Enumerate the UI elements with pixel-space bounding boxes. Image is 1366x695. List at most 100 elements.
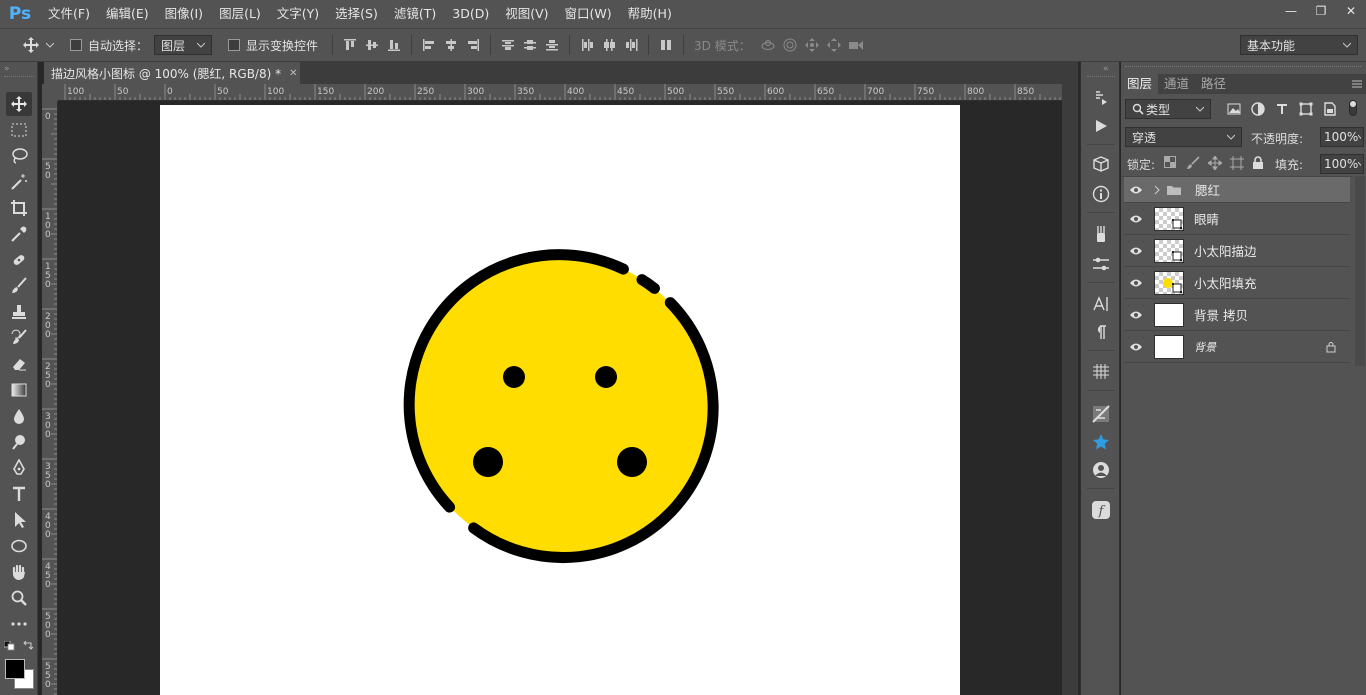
brush-settings-panel-icon[interactable]	[1088, 222, 1114, 246]
lock-pixels-icon[interactable]	[1186, 156, 1200, 170]
layer-row-background[interactable]: 背景	[1124, 331, 1350, 363]
move-tool-icon[interactable]	[6, 92, 32, 116]
filter-shape-icon[interactable]	[1297, 100, 1315, 118]
align-right-icon[interactable]	[462, 35, 484, 55]
minimize-button[interactable]: —	[1276, 0, 1306, 22]
auto-align-icon[interactable]	[655, 35, 677, 55]
menu-file[interactable]: 文件(F)	[40, 0, 98, 28]
type-tool-icon[interactable]	[6, 482, 32, 506]
marquee-tool-icon[interactable]	[6, 118, 32, 142]
menu-window[interactable]: 窗口(W)	[557, 0, 620, 28]
expand-arrow-icon[interactable]	[1152, 185, 1162, 195]
path-selection-tool-icon[interactable]	[6, 508, 32, 532]
horizontal-ruler[interactable]: 100 50 0 50 100 150 200 250 300 350 400 450 500 550 60…	[58, 84, 1062, 101]
pen-tool-icon[interactable]	[6, 456, 32, 480]
layer-row-eyes[interactable]: 眼睛	[1124, 203, 1350, 235]
distribute-left-icon[interactable]	[576, 35, 598, 55]
show-transform-checkbox[interactable]	[228, 39, 241, 51]
menu-3d[interactable]: 3D(D)	[444, 0, 497, 28]
3d-roll-icon[interactable]	[779, 35, 801, 55]
learn-panel-icon[interactable]	[1088, 458, 1114, 482]
lock-all-icon[interactable]	[1252, 156, 1266, 170]
crop-tool-icon[interactable]	[6, 196, 32, 220]
glyphs-panel-icon[interactable]	[1088, 360, 1114, 384]
lock-artboard-icon[interactable]	[1230, 156, 1244, 170]
ruler-origin[interactable]	[42, 84, 58, 101]
align-vcenter-icon[interactable]	[361, 35, 383, 55]
distribute-top-icon[interactable]	[497, 35, 519, 55]
tab-channels[interactable]: 通道	[1158, 74, 1195, 94]
history-panel-icon[interactable]	[1088, 86, 1114, 110]
align-bottom-icon[interactable]	[383, 35, 405, 55]
distribute-hcenter-icon[interactable]	[598, 35, 620, 55]
align-hcenter-icon[interactable]	[440, 35, 462, 55]
collapse-panels-icon[interactable]: «	[1103, 64, 1109, 74]
menu-edit[interactable]: 编辑(E)	[98, 0, 157, 28]
menu-layer[interactable]: 图层(L)	[211, 0, 269, 28]
dodge-tool-icon[interactable]	[6, 430, 32, 454]
auto-select-checkbox[interactable]	[70, 39, 82, 51]
actions-panel-icon[interactable]	[1088, 114, 1114, 138]
eraser-tool-icon[interactable]	[6, 352, 32, 376]
fill-input[interactable]: 100%	[1320, 154, 1364, 174]
collapse-toolbox-icon[interactable]: »	[4, 64, 10, 74]
close-tab-icon[interactable]: ✕	[289, 68, 297, 79]
lasso-tool-icon[interactable]	[6, 144, 32, 168]
gradient-tool-icon[interactable]	[6, 378, 32, 402]
align-top-icon[interactable]	[339, 35, 361, 55]
3d-slide-icon[interactable]	[823, 35, 845, 55]
3d-pan-icon[interactable]	[801, 35, 823, 55]
healing-brush-tool-icon[interactable]	[6, 248, 32, 272]
3d-orbit-icon[interactable]	[757, 35, 779, 55]
tab-layers[interactable]: 图层	[1121, 74, 1159, 94]
3d-panel-icon[interactable]	[1088, 152, 1114, 176]
menu-filter[interactable]: 滤镜(T)	[386, 0, 444, 28]
info-panel-icon[interactable]	[1088, 182, 1114, 206]
adjustments-panel-icon[interactable]	[1088, 252, 1114, 276]
history-brush-tool-icon[interactable]	[6, 326, 32, 350]
filter-adjustment-icon[interactable]	[1249, 100, 1267, 118]
blur-tool-icon[interactable]	[6, 404, 32, 428]
swap-colors-icon[interactable]	[22, 640, 34, 650]
document-canvas[interactable]	[160, 105, 960, 695]
chevron-down-icon[interactable]	[44, 35, 56, 55]
menu-help[interactable]: 帮助(H)	[620, 0, 680, 28]
menu-view[interactable]: 视图(V)	[497, 0, 556, 28]
auto-select-target-dropdown[interactable]: 图层	[154, 35, 213, 55]
lock-transparent-icon[interactable]	[1164, 156, 1178, 170]
document-tab[interactable]: 描边风格小图标 @ 100% (腮红, RGB/8) * ✕	[44, 62, 300, 84]
lock-position-icon[interactable]	[1207, 155, 1223, 171]
visibility-eye-icon[interactable]	[1124, 246, 1148, 256]
filter-type-icon[interactable]	[1273, 100, 1291, 118]
filter-pixel-icon[interactable]	[1225, 100, 1243, 118]
filter-toggle-switch[interactable]	[1349, 100, 1359, 118]
visibility-eye-icon[interactable]	[1124, 310, 1148, 320]
align-left-icon[interactable]	[418, 35, 440, 55]
styles-panel-icon[interactable]	[1088, 402, 1114, 426]
ellipse-tool-icon[interactable]	[6, 534, 32, 558]
close-button[interactable]: ✕	[1336, 0, 1366, 22]
character-panel-icon[interactable]	[1088, 292, 1114, 316]
layer-row-sun-fill[interactable]: 小太阳填充	[1124, 267, 1350, 299]
blend-mode-dropdown[interactable]: 穿透	[1125, 127, 1242, 147]
vertical-ruler[interactable]: 050100150200250300350400450500550	[42, 101, 58, 695]
default-colors-icon[interactable]	[3, 640, 16, 651]
visibility-eye-icon[interactable]	[1124, 278, 1148, 288]
brush-tool-icon[interactable]	[6, 274, 32, 298]
libraries-panel-icon[interactable]: f	[1088, 498, 1114, 522]
distribute-vcenter-icon[interactable]	[519, 35, 541, 55]
panel-menu-icon[interactable]	[1348, 74, 1366, 94]
restore-button[interactable]: ❐	[1306, 0, 1336, 22]
menu-select[interactable]: 选择(S)	[327, 0, 386, 28]
layer-row-background-copy[interactable]: 背景 拷贝	[1124, 299, 1350, 331]
zoom-tool-icon[interactable]	[6, 586, 32, 610]
visibility-eye-icon[interactable]	[1124, 342, 1148, 352]
layer-row-blush-group[interactable]: 腮红	[1124, 177, 1350, 203]
layers-scrollbar[interactable]	[1355, 176, 1365, 366]
3d-scale-icon[interactable]	[845, 35, 867, 55]
eyedropper-tool-icon[interactable]	[6, 222, 32, 246]
foreground-color-swatch[interactable]	[5, 659, 25, 679]
distribute-bottom-icon[interactable]	[541, 35, 563, 55]
canvas-area[interactable]	[58, 101, 1062, 695]
layer-row-sun-stroke[interactable]: 小太阳描边	[1124, 235, 1350, 267]
